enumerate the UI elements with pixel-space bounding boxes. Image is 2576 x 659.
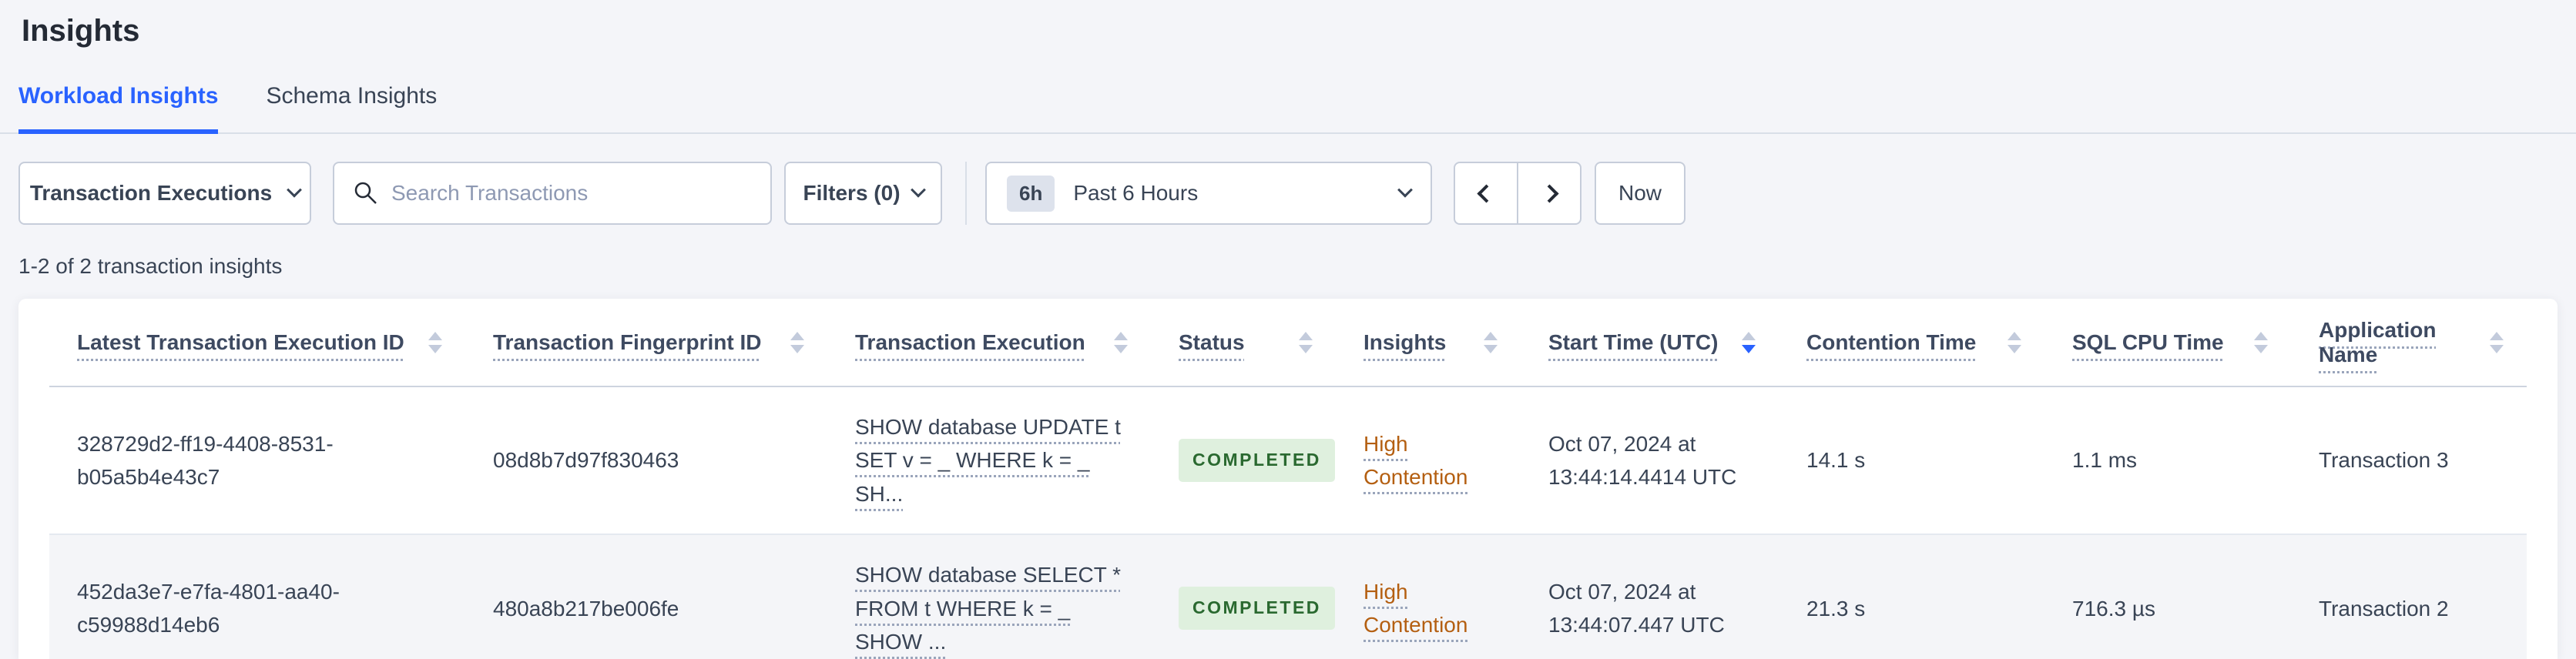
column-header-status[interactable]: Status (1151, 299, 1336, 387)
cell-fingerprint-id: 480a8b217be006fe (465, 534, 827, 659)
transaction-execution-link[interactable]: SHOW database UPDATE t SET v = _ WHERE k… (855, 415, 1121, 506)
chevron-down-icon (287, 182, 303, 198)
column-header-insights[interactable]: Insights (1336, 299, 1521, 387)
cell-latest-execution-id: 452da3e7-e7fa-4801-aa40-c59988d14eb6 (49, 534, 465, 659)
cell-transaction-execution: SHOW database UPDATE t SET v = _ WHERE k… (827, 386, 1151, 536)
column-header-start-time[interactable]: Start Time (UTC) (1521, 299, 1779, 387)
time-range-picker[interactable]: 6h Past 6 Hours (985, 162, 1432, 225)
toolbar: Transaction Executions Filters (0) 6h Pa… (18, 162, 2558, 225)
column-header-sql-cpu-time[interactable]: SQL CPU Time (2044, 299, 2291, 387)
sort-icon[interactable] (428, 331, 442, 353)
transaction-execution-link[interactable]: SHOW database SELECT * FROM t WHERE k = … (855, 563, 1121, 654)
cell-insights: High Contention (1336, 386, 1521, 536)
cell-transaction-execution: SHOW database SELECT * FROM t WHERE k = … (827, 534, 1151, 659)
status-badge: COMPLETED (1179, 587, 1335, 631)
insight-link[interactable]: High Contention (1363, 432, 1467, 489)
sort-icon[interactable] (2490, 331, 2504, 353)
column-header-transaction-execution[interactable]: Transaction Execution (827, 299, 1151, 387)
cell-contention-time: 14.1 s (1779, 386, 2044, 536)
now-button-label: Now (1618, 181, 1662, 205)
sort-icon[interactable] (790, 331, 804, 353)
insight-link[interactable]: High Contention (1363, 580, 1467, 637)
search-input[interactable] (391, 181, 752, 206)
column-header-latest-transaction-execution-id[interactable]: Latest Transaction Execution ID (49, 299, 465, 387)
tab-schema-insights[interactable]: Schema Insights (266, 83, 437, 132)
sort-icon[interactable] (2007, 331, 2021, 353)
insights-table-card: Latest Transaction Execution ID Transact… (18, 299, 2558, 659)
results-summary: 1-2 of 2 transaction insights (18, 254, 283, 278)
chevron-left-icon (1476, 183, 1496, 203)
execution-type-dropdown[interactable]: Transaction Executions (18, 162, 311, 225)
column-header-application-name[interactable]: Application Name (2291, 299, 2527, 387)
filters-dropdown-label: Filters (0) (803, 181, 901, 205)
execution-type-dropdown-label: Transaction Executions (29, 181, 273, 205)
cell-application-name: Transaction 2 (2291, 534, 2527, 659)
sort-icon[interactable] (1114, 331, 1128, 353)
column-header-transaction-fingerprint-id[interactable]: Transaction Fingerprint ID (465, 299, 827, 387)
now-button[interactable]: Now (1595, 162, 1685, 225)
page-header: Insights (0, 0, 2576, 49)
cell-sql-cpu-time: 1.1 ms (2044, 386, 2291, 536)
cell-fingerprint-id: 08d8b7d97f830463 (465, 386, 827, 536)
sort-icon[interactable] (1484, 331, 1498, 353)
time-range-pager (1454, 162, 1581, 225)
filters-dropdown[interactable]: Filters (0) (784, 162, 942, 225)
cell-application-name: Transaction 3 (2291, 386, 2527, 536)
status-badge: COMPLETED (1179, 439, 1335, 482)
chevron-down-icon (1397, 182, 1413, 198)
search-box (333, 162, 772, 225)
sort-icon[interactable] (1299, 331, 1313, 353)
column-header-contention-time[interactable]: Contention Time (1779, 299, 2044, 387)
cell-status: COMPLETED (1151, 534, 1336, 659)
cell-start-time: Oct 07, 2024 at 13:44:14.4414 UTC (1521, 386, 1779, 536)
page-title: Insights (22, 14, 140, 48)
time-range-badge: 6h (1007, 175, 1055, 212)
cell-latest-execution-id: 328729d2-ff19-4408-8531-b05a5b4e43c7 (49, 386, 465, 536)
previous-time-range-button[interactable] (1454, 162, 1518, 225)
next-time-range-button[interactable] (1517, 162, 1581, 225)
cell-contention-time: 21.3 s (1779, 534, 2044, 659)
cell-status: COMPLETED (1151, 386, 1336, 536)
search-icon (354, 182, 377, 204)
cell-start-time: Oct 07, 2024 at 13:44:07.447 UTC (1521, 534, 1779, 659)
transaction-insights-table: Latest Transaction Execution ID Transact… (49, 299, 2527, 659)
sort-icon[interactable] (2254, 331, 2268, 353)
table-row: 452da3e7-e7fa-4801-aa40-c59988d14eb6 480… (49, 534, 2527, 659)
tab-workload-insights[interactable]: Workload Insights (18, 83, 219, 134)
time-range-label: Past 6 Hours (1073, 181, 1199, 205)
table-header-row: Latest Transaction Execution ID Transact… (49, 299, 2527, 387)
tab-bar: Workload Insights Schema Insights (0, 83, 2576, 134)
cell-insights: High Contention (1336, 534, 1521, 659)
chevron-right-icon (1539, 183, 1559, 203)
toolbar-divider (965, 162, 967, 225)
cell-sql-cpu-time: 716.3 µs (2044, 534, 2291, 659)
table-row: 328729d2-ff19-4408-8531-b05a5b4e43c7 08d… (49, 386, 2527, 536)
sort-icon[interactable] (1742, 331, 1756, 353)
chevron-down-icon (910, 182, 926, 198)
